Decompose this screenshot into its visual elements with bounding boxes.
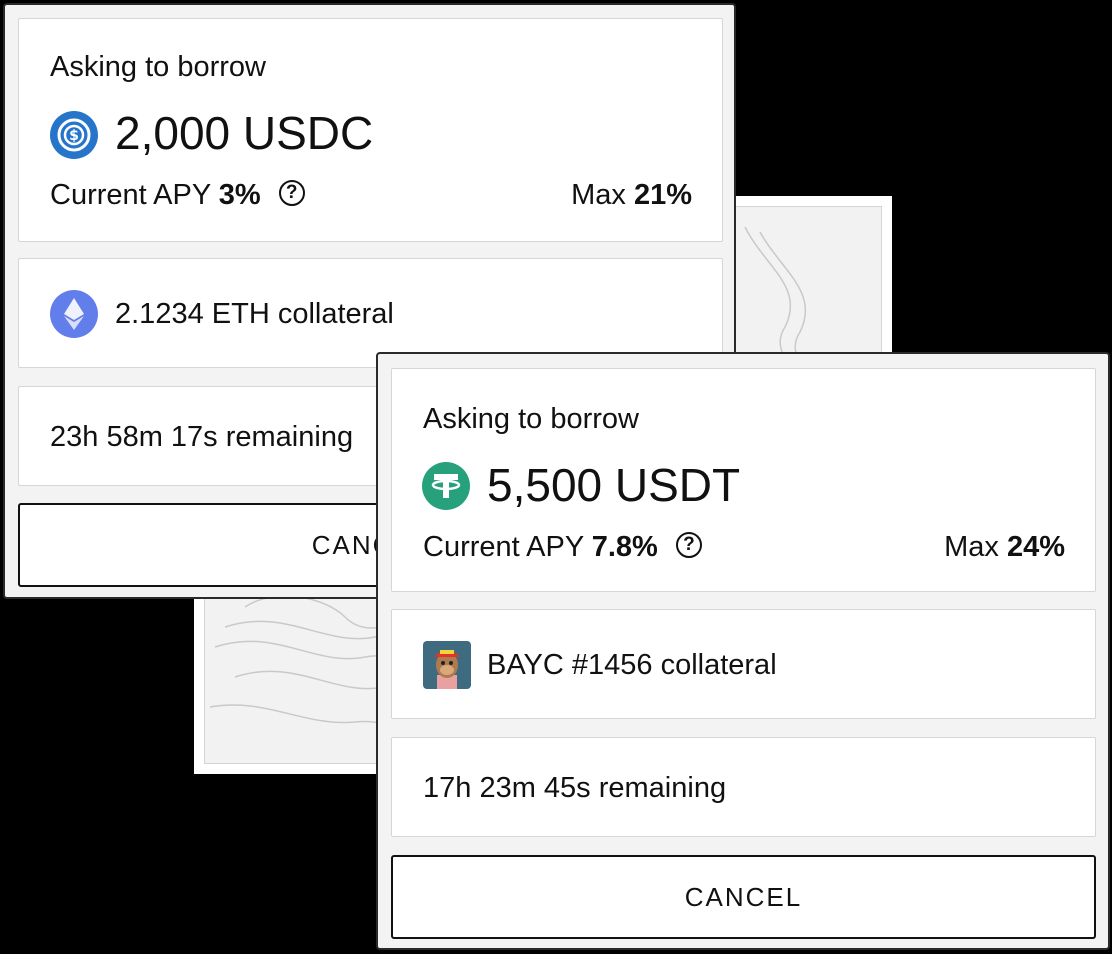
bayc-nft-icon bbox=[423, 641, 471, 689]
remaining-box: 17h 23m 45s remaining bbox=[391, 737, 1096, 837]
apy-row: Current APY 3% ? bbox=[50, 179, 305, 212]
apy-label: Current APY bbox=[50, 179, 211, 211]
max-label: Max bbox=[571, 179, 626, 211]
time-remaining: 17h 23m 45s remaining bbox=[423, 772, 727, 804]
asking-heading: Asking to borrow bbox=[423, 403, 639, 435]
borrow-summary-box: Asking to borrow 5,500 USDT Current APY … bbox=[391, 368, 1096, 592]
usdt-icon bbox=[422, 462, 470, 510]
collateral-box: BAYC #1456 collateral bbox=[391, 609, 1096, 719]
max-value: 24% bbox=[1006, 531, 1065, 563]
asking-heading: Asking to borrow bbox=[50, 51, 266, 83]
loan-amount: 5,500 USDT bbox=[487, 459, 741, 511]
loan-card-2: Asking to borrow 5,500 USDT Current APY … bbox=[376, 352, 1110, 950]
loan-amount: 2,000 USDC bbox=[115, 107, 374, 159]
apy-value: 3% bbox=[218, 179, 261, 211]
svg-text:$: $ bbox=[69, 128, 79, 144]
usdc-icon: $ bbox=[50, 111, 98, 159]
max-value: 21% bbox=[633, 179, 692, 211]
borrow-summary-box: Asking to borrow $ 2,000 USDC Current AP… bbox=[18, 18, 723, 242]
max-label: Max bbox=[944, 531, 999, 563]
collateral-text: 2.1234 ETH collateral bbox=[115, 298, 394, 330]
help-icon[interactable]: ? bbox=[675, 532, 702, 559]
apy-row: Current APY 7.8% ? bbox=[423, 531, 702, 564]
help-icon[interactable]: ? bbox=[278, 180, 305, 207]
max-row: Max 24% bbox=[944, 531, 1065, 564]
cancel-button[interactable]: CANCEL bbox=[391, 855, 1096, 939]
time-remaining: 23h 58m 17s remaining bbox=[50, 421, 354, 453]
apy-label: Current APY bbox=[423, 531, 584, 563]
collateral-text: BAYC #1456 collateral bbox=[487, 649, 777, 681]
eth-icon bbox=[50, 290, 98, 338]
apy-value: 7.8% bbox=[591, 531, 658, 563]
max-row: Max 21% bbox=[571, 179, 692, 212]
